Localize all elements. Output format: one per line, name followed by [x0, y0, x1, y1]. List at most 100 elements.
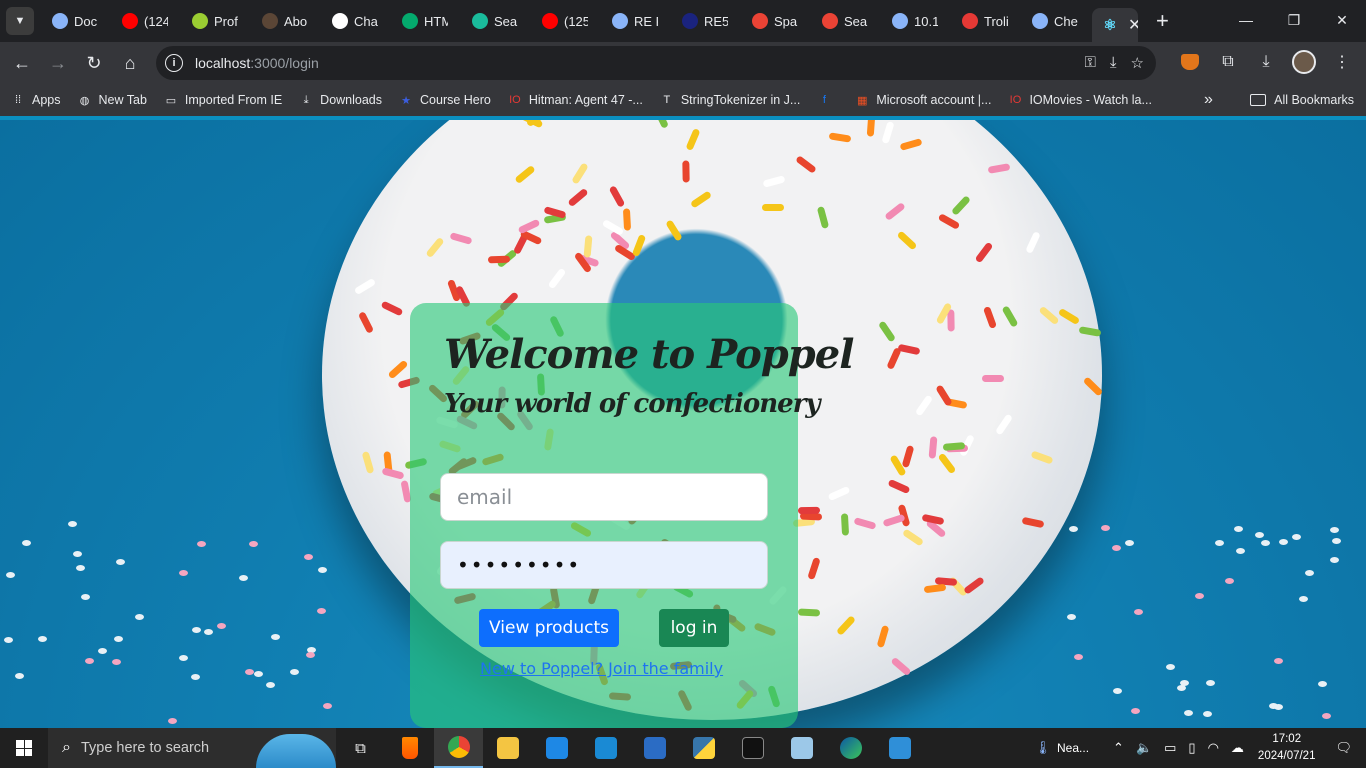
- vscode-icon[interactable]: [581, 728, 630, 768]
- browser-tab[interactable]: Troli: [952, 5, 1022, 37]
- browser-tab[interactable]: HTM: [392, 5, 462, 37]
- bookmark-item[interactable]: T StringTokenizer in J...: [659, 92, 800, 108]
- close-window-button[interactable]: ✕: [1318, 0, 1366, 40]
- browser-tab[interactable]: Spa: [742, 5, 812, 37]
- metamask-extension-icon[interactable]: [1174, 46, 1206, 78]
- task-view-icon[interactable]: ⧉: [336, 728, 385, 768]
- search-highlight-image: [256, 734, 336, 768]
- reload-button[interactable]: ↻: [76, 45, 112, 81]
- bookmark-item[interactable]: ▭ Imported From IE: [163, 92, 282, 108]
- browser-tab[interactable]: RE F: [602, 5, 672, 37]
- tab-favicon-icon: [822, 13, 838, 29]
- tab-active[interactable]: ⚛ ✕: [1092, 8, 1138, 42]
- browser-tab[interactable]: (124: [112, 5, 182, 37]
- browser-tab[interactable]: RE5: [672, 5, 742, 37]
- onedrive-icon[interactable]: ☁: [1231, 740, 1244, 756]
- browser-tab[interactable]: Sear: [462, 5, 532, 37]
- close-tab-icon[interactable]: ✕: [1128, 15, 1138, 35]
- bookmark-item[interactable]: ★ Course Hero: [398, 92, 491, 108]
- battery-icon[interactable]: ▯: [1188, 740, 1195, 756]
- folder-icon: [1250, 94, 1267, 106]
- chevron-down-icon: ▼: [14, 15, 26, 27]
- media-player-icon[interactable]: [630, 728, 679, 768]
- browser-tab[interactable]: (125: [532, 5, 602, 37]
- taskbar-search[interactable]: ⌕ Type here to search: [48, 728, 336, 768]
- tab-favicon-icon: [1032, 13, 1048, 29]
- bookmarks-overflow-icon[interactable]: »: [1204, 91, 1213, 109]
- browser-tab[interactable]: 10.1: [882, 5, 952, 37]
- notepad-icon[interactable]: [777, 728, 826, 768]
- clock[interactable]: 17:02 2024/07/21: [1258, 731, 1316, 765]
- back-button[interactable]: ←: [4, 45, 40, 81]
- tab-label: Che: [1054, 13, 1078, 29]
- forward-button[interactable]: →: [40, 45, 76, 81]
- extensions-puzzle-icon[interactable]: ⧉: [1212, 46, 1244, 78]
- globe-icon: ◍: [79, 94, 90, 107]
- volume-icon[interactable]: 🔈: [1136, 740, 1152, 756]
- tab-label: Troli: [984, 13, 1008, 29]
- browser-tab[interactable]: Cha: [322, 5, 392, 37]
- bookmarks-bar: ⁞⁞ Apps ◍ New Tab ▭ Imported From IE ⤓ Download…: [0, 84, 1366, 116]
- key-icon[interactable]: ⚿: [1084, 54, 1095, 72]
- bookmark-item[interactable]: IO Hitman: Agent 47 -...: [507, 92, 643, 108]
- avatar[interactable]: [1288, 46, 1320, 78]
- tab-search-button[interactable]: ▼: [6, 7, 34, 35]
- url-text[interactable]: localhost:3000/login: [195, 55, 319, 71]
- mail-icon[interactable]: [532, 728, 581, 768]
- browser-tab[interactable]: Abo: [252, 5, 322, 37]
- tab-label: 10.1: [914, 13, 938, 29]
- tab-favicon-icon: [752, 13, 768, 29]
- chrome-icon[interactable]: [434, 728, 483, 768]
- join-family-link[interactable]: New to Poppel? Join the family: [480, 659, 723, 678]
- email-field[interactable]: [440, 473, 768, 521]
- bookmark-item[interactable]: f: [816, 92, 838, 108]
- bookmark-item[interactable]: ◍ New Tab: [77, 92, 147, 108]
- browser-tab[interactable]: Prof: [182, 5, 252, 37]
- password-field[interactable]: [440, 541, 768, 589]
- terminal-icon[interactable]: [728, 728, 777, 768]
- new-tab-button[interactable]: +: [1156, 8, 1169, 34]
- chevron-up-icon[interactable]: ⌃: [1113, 740, 1124, 756]
- tab-favicon-icon: [402, 13, 418, 29]
- wifi-icon[interactable]: ◠: [1208, 740, 1219, 756]
- restore-button[interactable]: ❐: [1270, 0, 1318, 40]
- bookmark-label: IOMovies - Watch la...: [1029, 93, 1152, 107]
- tab-label: HTM: [424, 13, 448, 29]
- iomovies-icon: IO: [1009, 94, 1022, 106]
- bookmark-item[interactable]: ⤓ Downloads: [298, 92, 382, 108]
- start-button[interactable]: [0, 728, 48, 768]
- bookmark-item[interactable]: IO IOMovies - Watch la...: [1007, 92, 1152, 108]
- site-info-icon[interactable]: i: [165, 54, 183, 72]
- bookmark-item[interactable]: ⁞⁞ Apps: [10, 92, 61, 108]
- notifications-icon[interactable]: 🗨: [1335, 740, 1352, 756]
- downloads-icon[interactable]: ⤓: [1250, 46, 1282, 78]
- weather-text[interactable]: Nea...: [1057, 741, 1089, 755]
- folder-icon: ▭: [165, 94, 177, 107]
- bookmark-label: Microsoft account |...: [876, 93, 992, 107]
- thermometer-icon: 🌡: [1034, 740, 1052, 755]
- bookmark-star-icon[interactable]: ☆: [1131, 54, 1144, 72]
- photos-icon[interactable]: [875, 728, 924, 768]
- python-icon[interactable]: [679, 728, 728, 768]
- edge-icon[interactable]: [826, 728, 875, 768]
- home-button[interactable]: ⌂: [112, 45, 148, 81]
- all-bookmarks-button[interactable]: All Bookmarks: [1250, 93, 1354, 107]
- tab-list: Doc (124 Prof Abo Cha HTM Sear (125 RE F RE5 Spa Se…: [42, 5, 1092, 37]
- file-explorer-icon[interactable]: [483, 728, 532, 768]
- bookmark-item[interactable]: ▦ Microsoft account |...: [854, 92, 991, 108]
- windows-taskbar: ⌕ Type here to search ⧉ 🌡 Nea... ⌃ 🔈 ▭ ▯…: [0, 728, 1366, 768]
- browser-tab[interactable]: Sear: [812, 5, 882, 37]
- login-button[interactable]: log in: [659, 609, 729, 647]
- address-bar[interactable]: i localhost:3000/login ⚿ ⤓ ☆: [156, 46, 1156, 80]
- meet-now-icon[interactable]: ▭: [1164, 740, 1176, 756]
- vlc-icon[interactable]: [385, 728, 434, 768]
- install-app-icon[interactable]: ⤓: [1110, 54, 1117, 72]
- browser-tab[interactable]: Doc: [42, 5, 112, 37]
- browser-tab[interactable]: Che: [1022, 5, 1092, 37]
- text-icon: T: [663, 94, 671, 106]
- tab-label: Abo: [284, 13, 308, 29]
- view-products-button[interactable]: View products: [479, 609, 619, 647]
- menu-kebab-icon[interactable]: ⋮: [1326, 46, 1358, 78]
- minimize-button[interactable]: —: [1222, 0, 1270, 40]
- bookmark-label: Course Hero: [420, 93, 491, 107]
